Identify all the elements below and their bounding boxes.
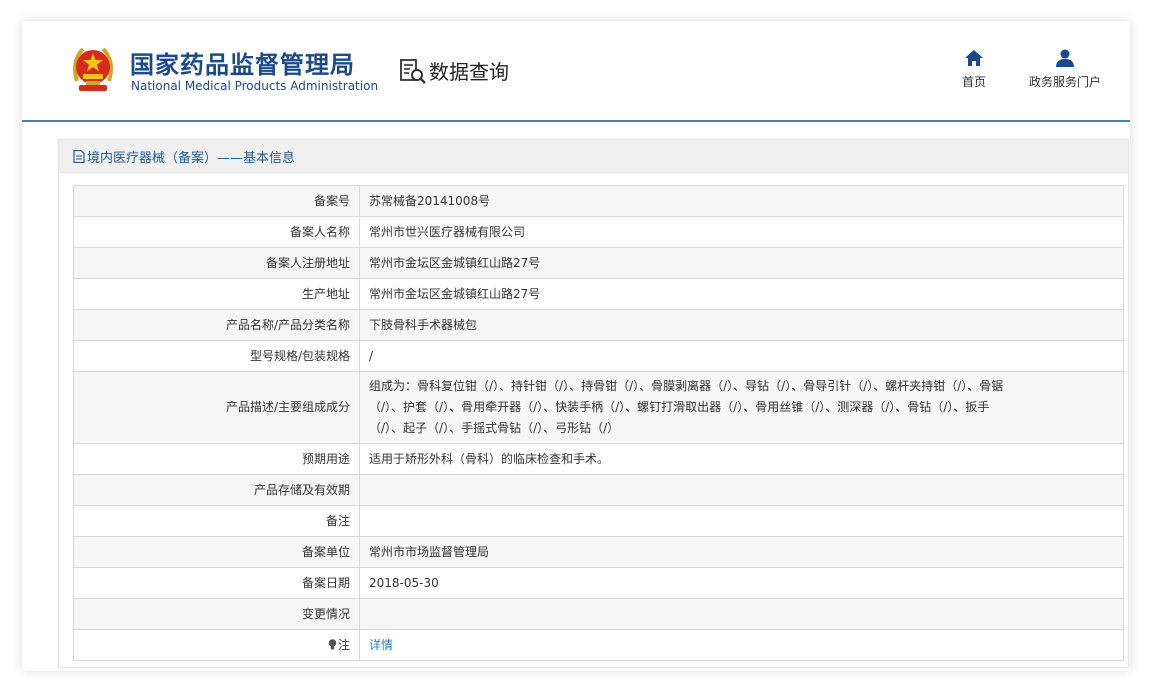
field-value: / [359,340,1124,372]
field-value: 适用于矫形外科（骨科）的临床检查和手术。 [359,443,1124,475]
field-label: 生产地址 [73,278,360,310]
panel-title: 境内医疗器械（备案）——基本信息 [87,150,296,166]
user-icon [1056,49,1074,67]
table-row: 注 详情 [73,629,1124,661]
nav-home-button[interactable]: 首页 [954,49,994,90]
table-row: 备案人注册地址 常州市金坛区金城镇红山路27号 [73,247,1124,279]
site-header: 国家药品监督管理局 National Medical Products Admi… [22,21,1130,122]
field-value: 常州市金坛区金城镇红山路27号 [359,278,1124,310]
field-value: 常州市金坛区金城镇红山路27号 [359,247,1124,279]
field-value: 下肢骨科手术器械包 [359,309,1124,341]
table-row: 备案单位 常州市市场监督管理局 [73,536,1124,568]
field-value: 详情 [359,629,1124,661]
field-value: 常州市世兴医疗器械有限公司 [359,216,1124,248]
table-row: 生产地址 常州市金坛区金城镇红山路27号 [73,278,1124,310]
document-icon [73,149,85,163]
table-row: 备案号 苏常械备20141008号 [73,185,1124,217]
nav-portal-label: 政务服务门户 [1028,75,1101,89]
info-panel: 境内医疗器械（备案）——基本信息 备案号 苏常械备20141008号 备案人名称… [58,139,1129,668]
lightbulb-icon [328,638,337,649]
data-query-label: 数据查询 [429,60,509,84]
field-label: 型号规格/包装规格 [73,340,360,372]
field-label: 变更情况 [73,598,360,630]
table-row: 产品描述/主要组成成分 组成为：骨科复位钳（/）、持针钳（/）、持骨钳（/）、骨… [73,371,1124,444]
field-label: 注 [73,629,360,661]
note-label: 注 [337,637,350,652]
field-label: 备案人名称 [73,216,360,248]
description-line: （/）、护套（/）、骨用牵开器（/）、快装手柄（/）、螺钉打滑取出器（/）、骨用… [369,400,990,414]
field-label: 预期用途 [73,443,360,475]
record-table: 备案号 苏常械备20141008号 备案人名称 常州市世兴医疗器械有限公司 备案… [73,185,1124,661]
table-row: 备案人名称 常州市世兴医疗器械有限公司 [73,216,1124,248]
table-row: 型号规格/包装规格 / [73,340,1124,372]
field-label: 产品名称/产品分类名称 [73,309,360,341]
details-link[interactable]: 详情 [369,638,393,652]
nav-portal-button[interactable]: 政务服务门户 [1023,49,1107,90]
table-row: 产品存储及有效期 [73,474,1124,506]
nav-home-label: 首页 [961,75,986,89]
table-row: 变更情况 [73,598,1124,630]
search-document-icon [400,58,426,84]
national-emblem-icon [73,47,113,91]
data-query-link[interactable]: 数据查询 [399,56,509,85]
field-value: 组成为：骨科复位钳（/）、持针钳（/）、持骨钳（/）、骨膜剥离器（/）、导钻（/… [359,371,1124,444]
field-label: 备注 [73,505,360,537]
description-line: 组成为：骨科复位钳（/）、持针钳（/）、持骨钳（/）、骨膜剥离器（/）、导钻（/… [369,379,1004,393]
site-title-cn: 国家药品监督管理局 [130,51,355,79]
table-row: 产品名称/产品分类名称 下肢骨科手术器械包 [73,309,1124,341]
site-title-en: National Medical Products Administration [131,79,379,93]
field-value [359,598,1124,630]
field-label: 产品存储及有效期 [73,474,360,506]
field-value: 常州市市场监督管理局 [359,536,1124,568]
description-line: （/）、起子（/）、手摇式骨钻（/）、弓形钻（/） [369,421,620,435]
table-row: 预期用途 适用于矫形外科（骨科）的临床检查和手术。 [73,443,1124,475]
field-label: 产品描述/主要组成成分 [73,371,360,444]
panel-header: 境内医疗器械（备案）——基本信息 [59,140,1128,173]
table-row: 备案日期 2018-05-30 [73,567,1124,599]
field-value: 苏常械备20141008号 [359,185,1124,217]
field-value: 2018-05-30 [359,567,1124,599]
field-label: 备案日期 [73,567,360,599]
page: 国家药品监督管理局 National Medical Products Admi… [22,21,1130,671]
field-value [359,474,1124,506]
field-label: 备案人注册地址 [73,247,360,279]
field-value [359,505,1124,537]
table-row: 备注 [73,505,1124,537]
home-icon [965,50,983,66]
field-label: 备案单位 [73,536,360,568]
field-label: 备案号 [73,185,360,217]
